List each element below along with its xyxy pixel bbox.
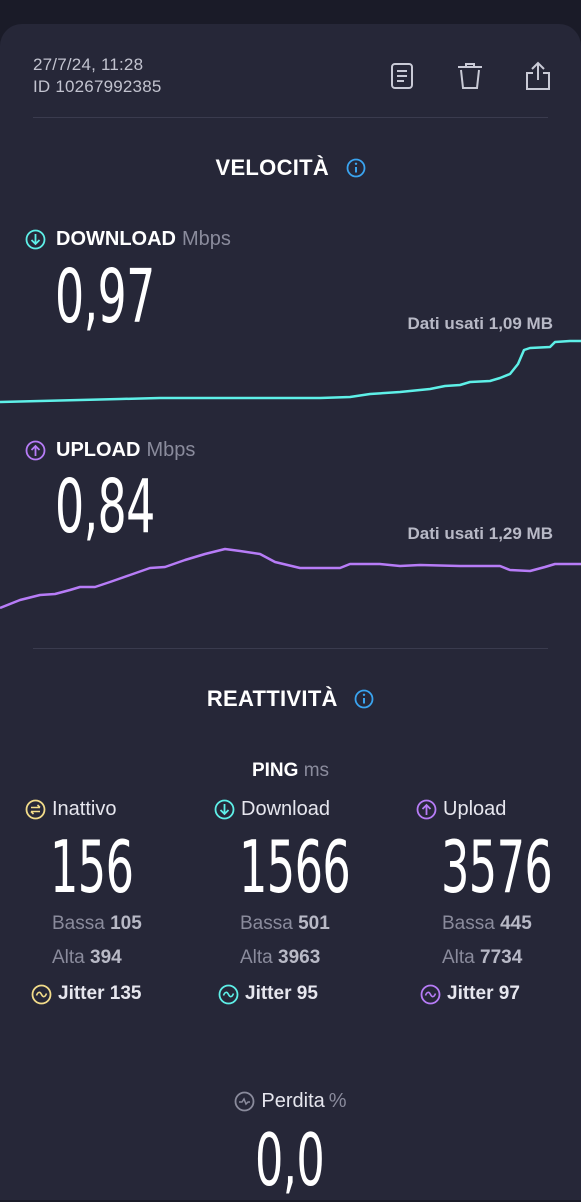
- high-value: 394: [90, 947, 122, 968]
- ping-upload-low: Bassa 445: [442, 913, 581, 935]
- report-button[interactable]: [387, 60, 417, 92]
- document-icon: [391, 63, 413, 89]
- high-label: Alta: [52, 947, 85, 968]
- responsiveness-title-text: REATTIVITÀ: [206, 686, 338, 712]
- upload-label: UPLOAD Mbps: [25, 439, 195, 462]
- upload-unit: Mbps: [146, 439, 196, 461]
- low-value: 445: [500, 913, 532, 934]
- upload-label-text: UPLOAD: [56, 439, 141, 461]
- download-arrow-icon: [25, 229, 46, 250]
- high-value: 7734: [480, 947, 523, 968]
- delete-button[interactable]: [455, 60, 485, 92]
- packet-loss-label: Perdita: [261, 1090, 325, 1112]
- packet-loss-unit: %: [328, 1090, 347, 1112]
- share-icon: [526, 61, 550, 90]
- download-label: DOWNLOAD Mbps: [25, 228, 231, 251]
- upload-speed-graph: [0, 547, 581, 610]
- result-datetime: 27/7/24, 11:28: [33, 55, 144, 74]
- low-label: Bassa: [442, 913, 495, 934]
- result-id: ID 10267992385: [33, 77, 162, 96]
- divider: [33, 117, 548, 118]
- ping-idle-column: Inattivo 156 Bassa 105 Alta 394 Jitter 1…: [25, 798, 205, 1005]
- ping-unit: ms: [303, 760, 330, 781]
- ping-download-value: 1566: [239, 825, 351, 909]
- low-value: 105: [110, 913, 142, 934]
- upload-arrow-icon: [25, 440, 46, 461]
- ping-upload-label: Upload: [443, 798, 507, 820]
- info-icon[interactable]: [346, 158, 366, 178]
- ping-idle-label: Inattivo: [52, 798, 117, 820]
- ping-download-header: Download: [214, 798, 394, 821]
- download-label-text: DOWNLOAD: [56, 228, 176, 250]
- share-button[interactable]: [523, 60, 553, 92]
- ping-idle-jitter: Jitter 135: [31, 983, 205, 1005]
- ping-idle-high: Alta 394: [52, 947, 205, 969]
- idle-icon: [25, 799, 46, 820]
- high-label: Alta: [240, 947, 273, 968]
- divider: [33, 648, 548, 649]
- upload-speed-value: 0,84: [55, 464, 155, 550]
- jitter-label: Jitter: [447, 983, 494, 1004]
- ping-download-jitter: Jitter 95: [218, 983, 394, 1005]
- header-actions: [387, 60, 553, 92]
- jitter-label: Jitter: [58, 983, 105, 1004]
- jitter-icon: [218, 984, 239, 1004]
- result-meta: 27/7/24, 11:28 ID 10267992385: [33, 54, 162, 98]
- ping-download-label: Download: [241, 798, 330, 820]
- trash-icon: [458, 63, 482, 89]
- jitter-label: Jitter: [245, 983, 292, 1004]
- jitter-value: 95: [296, 983, 318, 1004]
- low-label: Bassa: [52, 913, 105, 934]
- jitter-value: 135: [109, 983, 142, 1004]
- ping-download-high: Alta 3963: [240, 947, 394, 969]
- jitter-icon: [420, 984, 441, 1004]
- responsiveness-section-title: REATTIVITÀ: [0, 685, 581, 712]
- ping-upload-value: 3576: [441, 825, 553, 909]
- upload-speed-line: [0, 547, 581, 610]
- packet-loss-icon: [235, 1091, 255, 1112]
- ping-upload-jitter: Jitter 97: [420, 983, 581, 1005]
- packet-loss-header: Perdita %: [234, 1090, 347, 1113]
- download-speed-graph: [0, 339, 581, 404]
- download-speed-value: 0,97: [55, 254, 155, 340]
- ping-download-column: Download 1566 Bassa 501 Alta 3963 Jitter…: [214, 798, 394, 1005]
- low-value: 501: [298, 913, 330, 934]
- packet-loss-value: 0,0: [255, 1118, 325, 1202]
- jitter-icon: [31, 984, 52, 1004]
- ping-label: PING: [251, 760, 299, 781]
- ping-upload-high: Alta 7734: [442, 947, 581, 969]
- speed-section-title: VELOCITÀ: [0, 154, 581, 181]
- ping-download-low: Bassa 501: [240, 913, 394, 935]
- upload-arrow-icon: [416, 799, 437, 820]
- ping-idle-value: 156: [50, 825, 134, 909]
- ping-title: PING ms: [0, 760, 581, 782]
- speed-title-text: VELOCITÀ: [215, 155, 330, 181]
- high-value: 3963: [278, 947, 321, 968]
- ping-upload-column: Upload 3576 Bassa 445 Alta 7734 Jitter 9…: [416, 798, 581, 1005]
- ping-idle-low: Bassa 105: [52, 913, 205, 935]
- jitter-value: 97: [498, 983, 520, 1004]
- low-label: Bassa: [240, 913, 293, 934]
- download-unit: Mbps: [181, 228, 231, 250]
- info-icon[interactable]: [354, 689, 374, 709]
- download-speed-line: [0, 339, 581, 404]
- packet-loss: Perdita %: [0, 1090, 581, 1117]
- ping-upload-header: Upload: [416, 798, 581, 821]
- download-arrow-icon: [214, 799, 235, 820]
- ping-idle-header: Inattivo: [25, 798, 205, 821]
- high-label: Alta: [442, 947, 475, 968]
